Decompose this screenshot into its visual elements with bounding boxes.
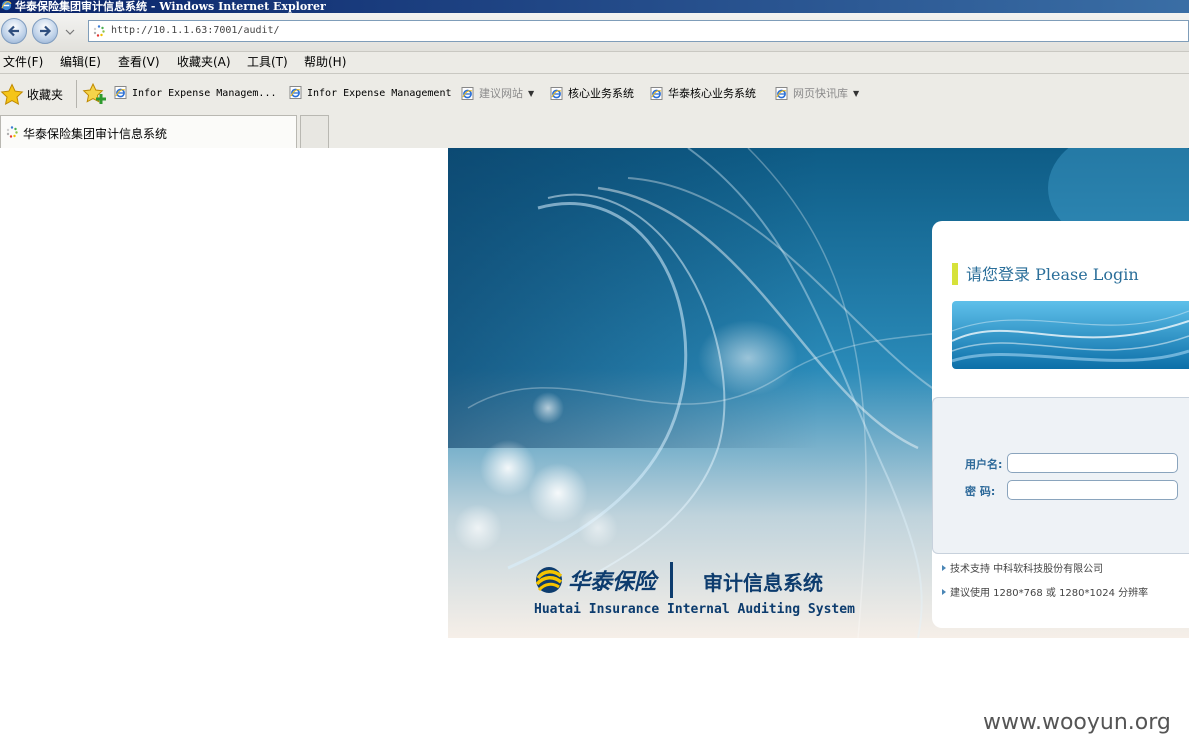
ie-page-icon (550, 87, 563, 100)
company-name: 华泰保险 (568, 569, 657, 595)
loading-spinner-icon (6, 126, 18, 138)
forward-button[interactable] (32, 18, 58, 44)
favorites-star-icon[interactable] (0, 83, 24, 107)
ie-page-icon (775, 87, 788, 100)
browser-chrome: http://10.1.1.63:7001/audit/ 文件(F) 编辑(E)… (0, 13, 1189, 148)
dropdown-arrow-icon[interactable]: ▼ (528, 86, 534, 101)
dropdown-arrow-icon[interactable]: ▼ (853, 86, 859, 101)
logo-divider (670, 562, 673, 598)
support-note-text: 技术支持 中科软科技股份有限公司 (950, 564, 1104, 575)
huatai-logo-icon (535, 567, 563, 593)
bullet-arrow-icon (942, 589, 946, 595)
login-title-text: 请您登录 Please Login (966, 265, 1139, 284)
forward-arrow-icon (40, 25, 52, 37)
login-form: 用户名: 密 码: (932, 397, 1189, 554)
login-title: 请您登录 Please Login (952, 261, 1139, 285)
favorite-link-huatai-core-business[interactable]: 华泰核心业务系统 (650, 86, 756, 101)
recent-pages-dropdown-icon[interactable] (65, 27, 75, 37)
tab-title: 华泰保险集团审计信息系统 (23, 127, 168, 141)
menu-help[interactable]: 帮助(H) (304, 55, 346, 70)
login-wave-image (952, 301, 1189, 369)
username-input[interactable] (1007, 453, 1178, 473)
favorite-link-infor-expense[interactable]: Infor Expense Management (289, 86, 452, 101)
favorites-separator (76, 80, 77, 108)
ie-page-icon (114, 86, 127, 99)
support-note: 技术支持 中科软科技股份有限公司 (942, 560, 1103, 575)
menu-view[interactable]: 查看(V) (118, 55, 160, 70)
login-panel: 请您登录 Please Login 用户名: 密 码: 技术支持 中科软科技股份… (932, 221, 1189, 628)
system-name: 审计信息系统 (703, 571, 823, 595)
favorites-label[interactable]: 收藏夹 (27, 86, 63, 103)
favorite-link-suggested-sites[interactable]: 建议网站 ▼ (461, 86, 534, 101)
username-label: 用户名: (965, 458, 1003, 471)
ie-logo-icon (1, 0, 12, 11)
back-button[interactable] (1, 18, 27, 44)
favorites-bar: 收藏夹 Infor Expense Managem... Infor Expen… (0, 74, 1189, 114)
menu-file[interactable]: 文件(F) (3, 55, 43, 70)
favorite-label: Infor Expense Management (307, 88, 452, 99)
favorite-link-web-slice-gallery[interactable]: 网页快讯库 ▼ (775, 86, 859, 101)
navigation-bar: http://10.1.1.63:7001/audit/ (0, 13, 1189, 52)
favorite-link-core-business[interactable]: 核心业务系统 (550, 86, 634, 101)
favorite-label: 网页快讯库 (793, 87, 848, 100)
favorite-label: 核心业务系统 (568, 87, 634, 100)
ie-page-icon (461, 87, 474, 100)
resolution-note-text: 建议使用 1280*768 或 1280*1024 分辨率 (950, 588, 1149, 599)
favorite-link-infor-expense-short[interactable]: Infor Expense Managem... (114, 86, 277, 101)
menu-edit[interactable]: 编辑(E) (60, 55, 101, 70)
favorite-label: Infor Expense Managem... (132, 88, 277, 99)
resolution-note: 建议使用 1280*768 或 1280*1024 分辨率 (942, 584, 1148, 599)
login-page-banner: 请您登录 Please Login 用户名: 密 码: 技术支持 中科软科技股份… (448, 148, 1189, 638)
title-marker-bar (952, 263, 958, 285)
back-arrow-icon (7, 25, 19, 37)
menu-bar: 文件(F) 编辑(E) 查看(V) 收藏夹(A) 工具(T) 帮助(H) (0, 52, 1189, 74)
password-input[interactable] (1007, 480, 1178, 500)
favorite-label: 建议网站 (479, 87, 523, 100)
window-title-bar: 华泰保险集团审计信息系统 - Windows Internet Explorer (0, 0, 1189, 13)
loading-spinner-icon (93, 25, 105, 37)
new-tab-button[interactable] (300, 115, 329, 148)
password-label: 密 码: (965, 485, 996, 498)
tab-audit-system[interactable]: 华泰保险集团审计信息系统 (0, 115, 297, 148)
menu-tools[interactable]: 工具(T) (247, 55, 288, 70)
system-english-name: Huatai Insurance Internal Auditing Syste… (534, 602, 855, 617)
url-text: http://10.1.1.63:7001/audit/ (111, 25, 280, 36)
window-title: 华泰保险集团审计信息系统 - Windows Internet Explorer (15, 0, 326, 13)
bullet-arrow-icon (942, 565, 946, 571)
menu-favorites[interactable]: 收藏夹(A) (177, 55, 231, 70)
watermark-text: www.wooyun.org (983, 710, 1171, 735)
ie-page-icon (289, 86, 302, 99)
favorite-label: 华泰核心业务系统 (668, 87, 756, 100)
tab-row: 华泰保险集团审计信息系统 (0, 114, 1189, 148)
address-bar[interactable]: http://10.1.1.63:7001/audit/ (88, 20, 1189, 42)
ie-page-icon (650, 87, 663, 100)
add-to-favorites-icon[interactable] (82, 82, 108, 108)
